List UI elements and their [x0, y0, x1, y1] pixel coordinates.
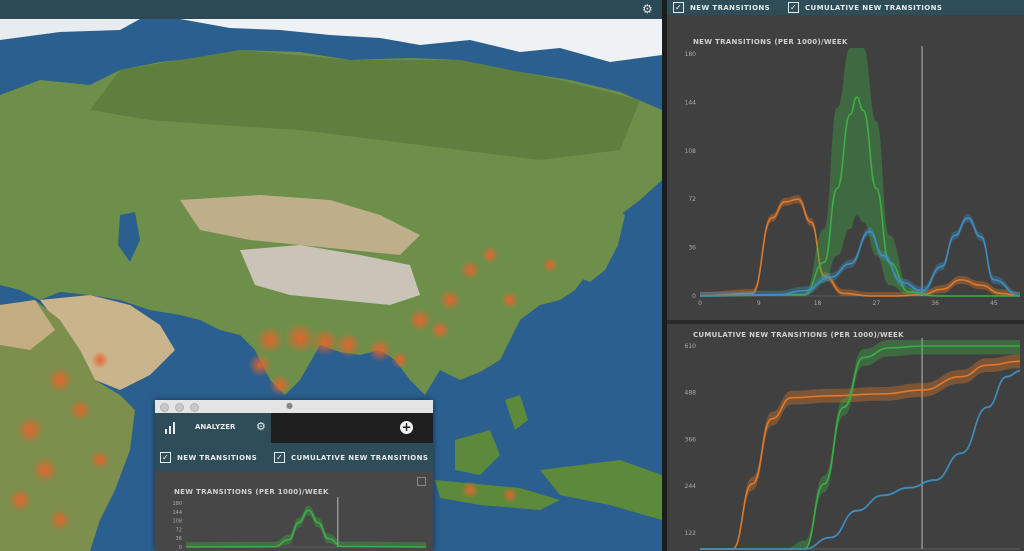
y-tick-label: 36: [176, 536, 182, 542]
y-tick-label: 180: [685, 51, 697, 58]
checkbox-cumulative-new-transitions[interactable]: ✓ CUMULATIVE NEW TRANSITIONS: [274, 452, 428, 463]
new-transitions-chart[interactable]: 0 36 72 108 144 180 0 9 18 27 36 45: [667, 46, 1024, 316]
series-band: [700, 48, 1020, 296]
close-window-button[interactable]: [160, 403, 169, 412]
tab-analyzer[interactable]: ANALYZER ⚙: [155, 413, 271, 443]
chart-separator: [667, 320, 1024, 324]
y-tick-label: 144: [172, 510, 182, 516]
y-tick-label: 488: [685, 390, 697, 397]
chart-title: NEW TRANSITIONS (PER 1000)/WEEK: [693, 38, 848, 46]
y-tick-label: 72: [176, 527, 182, 533]
map-toolbar: [0, 0, 662, 19]
cumulative-transitions-chart[interactable]: 122 244 366 488 610: [667, 338, 1024, 551]
checkbox-label: NEW TRANSITIONS: [177, 453, 258, 462]
checkbox-label: CUMULATIVE NEW TRANSITIONS: [291, 453, 429, 462]
y-tick-label: 72: [688, 196, 696, 203]
bar-chart-icon: [165, 422, 175, 434]
gear-icon[interactable]: ⚙: [256, 420, 266, 433]
checkbox-new-transitions[interactable]: ✓ NEW TRANSITIONS: [160, 452, 257, 463]
window-menu-icon[interactable]: ●: [286, 401, 293, 410]
y-tick-label: 366: [685, 436, 697, 443]
analyzer-new-transitions-chart[interactable]: 0 36 72 108 144 180: [155, 497, 433, 551]
y-tick-label: 36: [688, 245, 696, 252]
y-tick-label: 108: [172, 519, 182, 525]
analyzer-window[interactable]: ● ANALYZER ⚙ + ✓ NEW TRANSITIONS ✓ CUMUL…: [155, 400, 433, 551]
plus-icon[interactable]: +: [400, 421, 413, 434]
gear-icon[interactable]: ⚙: [642, 1, 653, 17]
x-tick-label: 18: [814, 300, 822, 307]
x-tick-label: 36: [931, 300, 939, 307]
checkbox-label: CUMULATIVE NEW TRANSITIONS: [805, 3, 943, 12]
x-tick-label: 45: [990, 300, 998, 307]
y-tick-label: 610: [685, 343, 697, 350]
analysis-panel: ✓ NEW TRANSITIONS ✓ CUMULATIVE NEW TRANS…: [667, 0, 1024, 551]
y-tick-label: 108: [685, 148, 697, 155]
y-tick-label: 180: [172, 501, 182, 507]
check-icon: ✓: [160, 452, 171, 463]
analyzer-chart-area: NEW TRANSITIONS (PER 1000)/WEEK 0 36 72 108…: [155, 471, 433, 551]
tab-label: ANALYZER: [195, 423, 236, 431]
y-tick-label: 0: [179, 545, 182, 551]
checkbox-cumulative-new-transitions[interactable]: ✓ CUMULATIVE NEW TRANSITIONS: [788, 2, 942, 13]
check-icon: ✓: [274, 452, 285, 463]
expand-icon[interactable]: [417, 477, 426, 486]
y-tick-label: 122: [685, 530, 697, 537]
maximize-window-button[interactable]: [190, 403, 199, 412]
check-icon: ✓: [673, 2, 684, 13]
window-titlebar[interactable]: ●: [155, 400, 433, 413]
analyzer-tab-bar: ANALYZER ⚙ +: [155, 413, 433, 443]
minimize-window-button[interactable]: [175, 403, 184, 412]
y-tick-label: 244: [685, 483, 697, 490]
checkbox-label: NEW TRANSITIONS: [690, 3, 771, 12]
chart-title: NEW TRANSITIONS (PER 1000)/WEEK: [174, 488, 329, 496]
x-tick-label: 9: [757, 300, 761, 307]
panel-toolbar: ✓ NEW TRANSITIONS ✓ CUMULATIVE NEW TRANS…: [667, 0, 1024, 15]
analyzer-checkbox-bar: ✓ NEW TRANSITIONS ✓ CUMULATIVE NEW TRANS…: [155, 443, 433, 471]
checkbox-new-transitions[interactable]: ✓ NEW TRANSITIONS: [673, 2, 770, 13]
series-band: [700, 354, 1020, 549]
y-tick-label: 0: [692, 293, 696, 300]
y-tick-label: 144: [685, 99, 697, 106]
x-tick-label: 0: [698, 300, 702, 307]
x-tick-label: 27: [873, 300, 881, 307]
check-icon: ✓: [788, 2, 799, 13]
